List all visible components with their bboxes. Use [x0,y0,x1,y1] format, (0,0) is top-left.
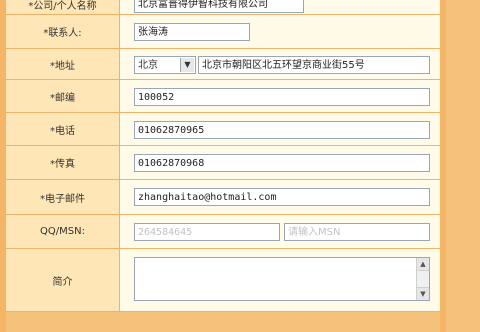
email-input[interactable]: zhanghaitao@hotmail.com [134,188,430,206]
qq-msn-row: QQ/MSN: 264584645 请输入MSN [6,215,440,249]
address-input[interactable]: 北京市朝阳区北五环望京商业街55号 [198,56,430,74]
phone-cell: 01062870965 [120,113,440,145]
phone-row: *电话 01062870965 [6,113,440,146]
qq-msn-label: QQ/MSN: [6,215,120,248]
address-cell: 北京 ▼ 北京市朝阳区北五环望京商业街55号 [120,49,440,79]
city-select[interactable]: 北京 ▼ [134,56,196,74]
email-label: *电子邮件 [6,180,120,214]
phone-input[interactable]: 01062870965 [134,121,430,139]
postcode-cell: 100052 [120,80,440,112]
address-label: *地址 [6,49,120,79]
registration-form: *公司/个人名称 北京富普得伊智科技有限公司 *联系人: 张海涛 *地址 北京 … [6,0,440,326]
fax-label: *传真 [6,146,120,179]
qq-input[interactable]: 264584645 [134,223,280,241]
company-row: *公司/个人名称 北京富普得伊智科技有限公司 [6,0,440,15]
postcode-row: *邮编 100052 [6,80,440,113]
msn-input[interactable]: 请输入MSN [284,223,430,241]
contact-cell: 张海涛 [120,15,440,48]
fax-cell: 01062870968 [120,146,440,179]
company-label: *公司/个人名称 [6,0,120,14]
city-select-value: 北京 [138,60,158,71]
intro-scrollbar[interactable]: ▲ ▼ [416,258,429,300]
intro-row: 简介 ▲ ▼ [6,249,440,312]
company-cell: 北京富普得伊智科技有限公司 [120,0,440,14]
intro-label: 简介 [6,249,120,311]
contact-label: *联系人: [6,15,120,48]
postcode-input[interactable]: 100052 [134,88,430,106]
email-cell: zhanghaitao@hotmail.com [120,180,440,214]
fax-input[interactable]: 01062870968 [134,154,430,172]
contact-input[interactable]: 张海涛 [134,23,250,41]
company-input[interactable]: 北京富普得伊智科技有限公司 [134,0,304,13]
address-row: *地址 北京 ▼ 北京市朝阳区北五环望京商业街55号 [6,49,440,80]
intro-cell: ▲ ▼ [120,249,440,311]
phone-label: *电话 [6,113,120,145]
scroll-down-icon[interactable]: ▼ [417,287,429,300]
contact-row: *联系人: 张海涛 [6,15,440,49]
intro-textarea[interactable]: ▲ ▼ [134,257,430,301]
scroll-up-icon[interactable]: ▲ [417,258,429,271]
frame-right-border [440,0,446,332]
qq-msn-cell: 264584645 请输入MSN [120,215,440,248]
postcode-label: *邮编 [6,80,120,112]
fax-row: *传真 01062870968 [6,146,440,180]
chevron-down-icon[interactable]: ▼ [180,58,194,72]
email-row: *电子邮件 zhanghaitao@hotmail.com [6,180,440,215]
